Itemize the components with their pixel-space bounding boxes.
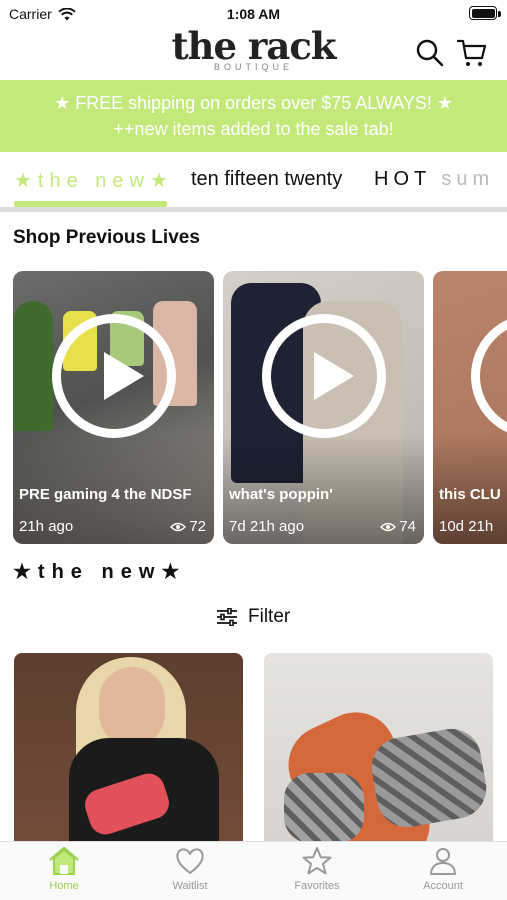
battery-icon [469,6,497,20]
promo-banner: ★ FREE shipping on orders over $75 ALWAY… [0,80,507,152]
play-icon[interactable] [52,314,176,438]
filter-button[interactable]: Filter [216,606,290,628]
product-grid [0,653,507,843]
live-title: PRE gaming 4 the NDSF [19,486,192,503]
promo-line-2: ++new items added to the sale tab! [113,119,394,139]
live-title: what's poppin' [229,486,333,503]
products-section-title: ★the new★ [13,561,187,583]
live-views: 74 [380,518,416,535]
studded-strap-image [284,773,364,843]
tab-the-new[interactable]: ★the new★ [14,168,174,193]
plant-image [13,301,53,431]
tab-hot-summer[interactable]: HOT sum [374,168,494,191]
face-image [99,667,165,747]
heart-icon [176,848,204,874]
star-icon [302,847,332,875]
filter-label: Filter [248,606,291,627]
play-icon[interactable] [471,314,507,438]
eye-icon [380,522,397,531]
sliders-icon [217,608,237,626]
eye-icon [170,522,187,531]
tab-waitlist-label: Waitlist [172,880,208,892]
home-icon [49,846,79,875]
live-time: 7d 21h ago [229,518,305,535]
tab-favorites-label: Favorites [294,880,340,892]
tab-home[interactable]: Home [14,846,114,892]
lives-carousel[interactable]: PRE gaming 4 the NDSF 21h ago 72 what's … [13,271,507,545]
live-views: 72 [170,518,206,535]
tab-account[interactable]: Account [393,846,493,892]
views-count: 72 [189,518,206,535]
live-card[interactable]: what's poppin' 7d 21h ago 74 [223,271,424,544]
product-card[interactable] [264,653,493,843]
tab-divider [0,207,507,212]
battery-tip [498,11,501,17]
play-icon[interactable] [262,314,386,438]
tab-account-label: Account [423,880,463,892]
search-button[interactable] [415,38,445,68]
live-title: this CLU [439,486,501,503]
tab-waitlist[interactable]: Waitlist [140,846,240,892]
search-icon [416,39,444,67]
tab-ten-fifteen-twenty[interactable]: ten fifteen twenty [191,168,342,191]
live-time: 10d 21h [439,518,494,535]
clock: 1:08 AM [226,6,281,22]
live-card[interactable]: PRE gaming 4 the NDSF 21h ago 72 [13,271,214,544]
bottom-tab-bar: Home Waitlist Favorites Account [0,841,507,900]
live-time: 21h ago [19,518,74,535]
promo-line-1: ★ FREE shipping on orders over $75 ALWAY… [53,93,454,113]
live-card[interactable]: this CLU 10d 21h [433,271,507,544]
app-header: the rack BOUTIQUE [0,26,507,80]
person-icon [430,848,456,875]
cart-button[interactable] [456,38,487,68]
product-card[interactable] [14,653,243,843]
views-count: 74 [399,518,416,535]
cart-icon [456,39,487,66]
tab-favorites[interactable]: Favorites [267,846,367,892]
category-tabs: ★the new★ ten fifteen twenty HOT sum [0,152,507,210]
lives-section-title: Shop Previous Lives [13,227,200,248]
tab-home-label: Home [49,880,79,892]
